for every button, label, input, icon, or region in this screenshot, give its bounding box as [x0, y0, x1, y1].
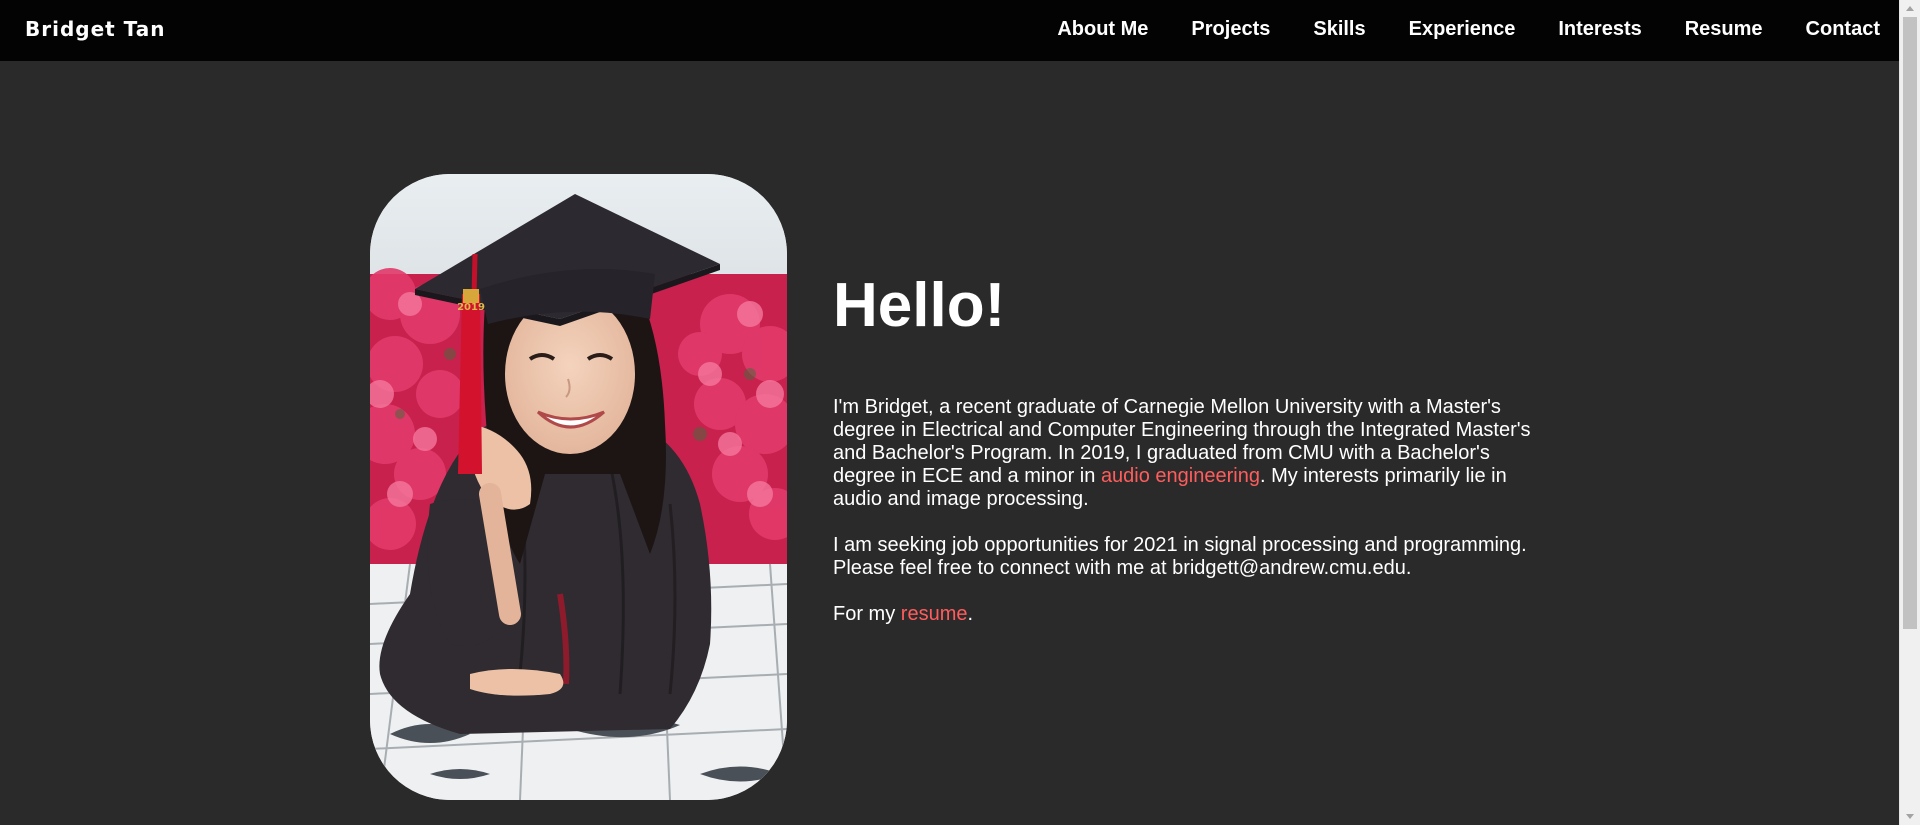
resume-prefix-text: For my: [833, 603, 901, 625]
nav-link-projects[interactable]: Projects: [1191, 18, 1270, 40]
scroll-up-button[interactable]: [1900, 0, 1920, 17]
resume-suffix-text: .: [967, 603, 974, 625]
page: Bridget Tan About Me Projects Skills Exp…: [0, 0, 1920, 825]
nav-link-contact[interactable]: Contact: [1806, 18, 1880, 40]
nav-link-interests[interactable]: Interests: [1558, 18, 1641, 40]
about-content: Hello! I'm Bridget, a recent graduate of…: [833, 270, 1543, 626]
job-seeking-paragraph: I am seeking job opportunities for 2021 …: [833, 534, 1527, 579]
brand-logo-link[interactable]: Bridget Tan: [25, 17, 165, 41]
nav-link-resume[interactable]: Resume: [1685, 18, 1763, 40]
resume-paragraph: For my resume.: [833, 603, 1543, 626]
intro-paragraph: I'm Bridget, a recent graduate of Carneg…: [833, 396, 1543, 511]
top-navbar: Bridget Tan About Me Projects Skills Exp…: [0, 0, 1899, 61]
page-scrollbar[interactable]: [1899, 0, 1920, 825]
hero-heading: Hello!: [833, 271, 1006, 340]
profile-photo: 2019: [370, 174, 787, 800]
scroll-down-button[interactable]: [1900, 808, 1920, 825]
audio-engineering-link[interactable]: audio engineering: [1101, 465, 1260, 487]
nav-link-about-me[interactable]: About Me: [1057, 18, 1148, 40]
nav-links: About Me Projects Skills Experience Inte…: [1057, 18, 1880, 40]
nav-link-skills[interactable]: Skills: [1313, 18, 1365, 40]
scrollbar-thumb[interactable]: [1903, 17, 1917, 629]
tassel-year-text: 2019: [457, 302, 485, 313]
triangle-up-icon: [1906, 6, 1914, 11]
nav-link-experience[interactable]: Experience: [1409, 18, 1516, 40]
resume-link[interactable]: resume: [901, 603, 968, 625]
triangle-down-icon: [1906, 814, 1914, 819]
